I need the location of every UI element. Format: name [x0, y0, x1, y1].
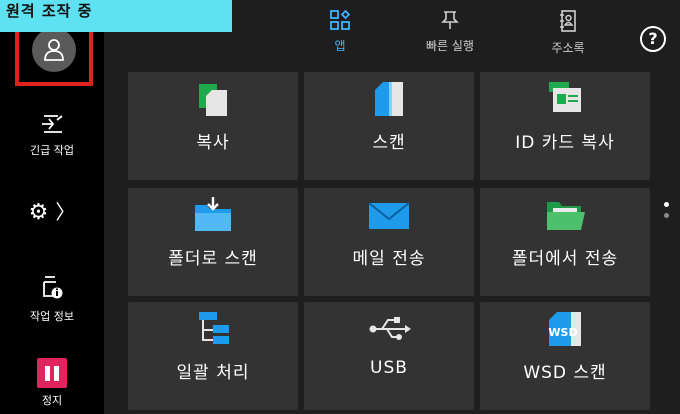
app-tile-batch-process[interactable]: 일괄 처리	[128, 302, 298, 410]
job-info-icon	[43, 276, 63, 299]
email-icon	[304, 198, 474, 232]
emergency-job-button[interactable]: 긴급 작업	[0, 112, 104, 158]
job-info-button[interactable]: 작업 정보	[0, 274, 104, 324]
help-icon: ?	[648, 29, 658, 48]
left-panel: 긴급 작업 ⚙ 〉 작업 정보 정지	[0, 0, 104, 414]
app-label: WSD 스캔	[523, 363, 607, 383]
app-tile-scan-to-folder[interactable]: 폴더로 스캔	[128, 188, 298, 296]
send-from-folder-icon	[480, 198, 650, 232]
remote-operation-banner: 원격 조작 중	[0, 0, 232, 32]
stop-label: 정지	[41, 394, 63, 407]
settings-button[interactable]: ⚙ 〉	[0, 196, 104, 225]
app-label: 폴더에서 전송	[511, 249, 619, 269]
app-tile-scan[interactable]: 스캔	[304, 72, 474, 180]
copy-icon	[128, 82, 298, 116]
chevron-right-icon: 〉	[55, 200, 76, 224]
app-label: USB	[370, 358, 408, 378]
tab-apps-label: 앱	[334, 39, 346, 53]
app-tile-email[interactable]: 메일 전송	[304, 188, 474, 296]
page-dot-active	[664, 202, 669, 207]
job-info-label: 작업 정보	[30, 310, 74, 323]
remote-operation-text: 원격 조작 중	[6, 2, 93, 20]
app-tile-send-from-folder[interactable]: 폴더에서 전송	[480, 188, 650, 296]
app-tile-usb[interactable]: USB	[304, 302, 474, 410]
app-tile-id-card-copy[interactable]: ID 카드 복사	[480, 72, 650, 180]
address-book-icon	[560, 10, 576, 32]
pause-icon	[37, 358, 67, 388]
help-button[interactable]: ?	[640, 26, 666, 52]
apps-grid-icon	[330, 9, 351, 30]
page-indicator	[664, 202, 670, 224]
device-screen: 긴급 작업 ⚙ 〉 작업 정보 정지 원격 조작 중 앱 빠른 실행 주소록 ?…	[0, 0, 680, 414]
app-tile-copy[interactable]: 복사	[128, 72, 298, 180]
pin-icon	[441, 11, 459, 29]
emergency-job-icon	[42, 115, 63, 133]
app-label: 폴더로 스캔	[168, 249, 258, 269]
tab-quick-launch[interactable]: 빠른 실행	[410, 10, 490, 72]
wsd-badge: WSD	[548, 326, 577, 339]
usb-icon	[304, 312, 474, 346]
user-icon	[32, 28, 76, 72]
stop-button[interactable]: 정지	[0, 358, 104, 408]
emergency-job-label: 긴급 작업	[30, 144, 74, 157]
batch-process-icon	[128, 312, 298, 346]
tab-apps[interactable]: 앱	[310, 9, 370, 72]
app-tile-wsd-scan[interactable]: WSD WSD 스캔	[480, 302, 650, 410]
gear-icon: ⚙	[28, 200, 49, 225]
scan-to-folder-icon	[128, 197, 298, 232]
tab-address-book-label: 주소록	[551, 41, 585, 55]
tab-address-book[interactable]: 주소록	[528, 10, 608, 72]
page-dot	[664, 213, 669, 218]
scan-icon	[304, 82, 474, 116]
app-label: 복사	[196, 133, 230, 153]
app-label: 스캔	[372, 133, 406, 153]
app-label: 일괄 처리	[176, 363, 250, 383]
id-card-copy-icon	[480, 82, 650, 116]
app-label: ID 카드 복사	[515, 133, 615, 153]
wsd-scan-icon: WSD	[480, 312, 650, 346]
tab-quick-launch-label: 빠른 실행	[426, 39, 474, 53]
app-label: 메일 전송	[352, 249, 426, 269]
